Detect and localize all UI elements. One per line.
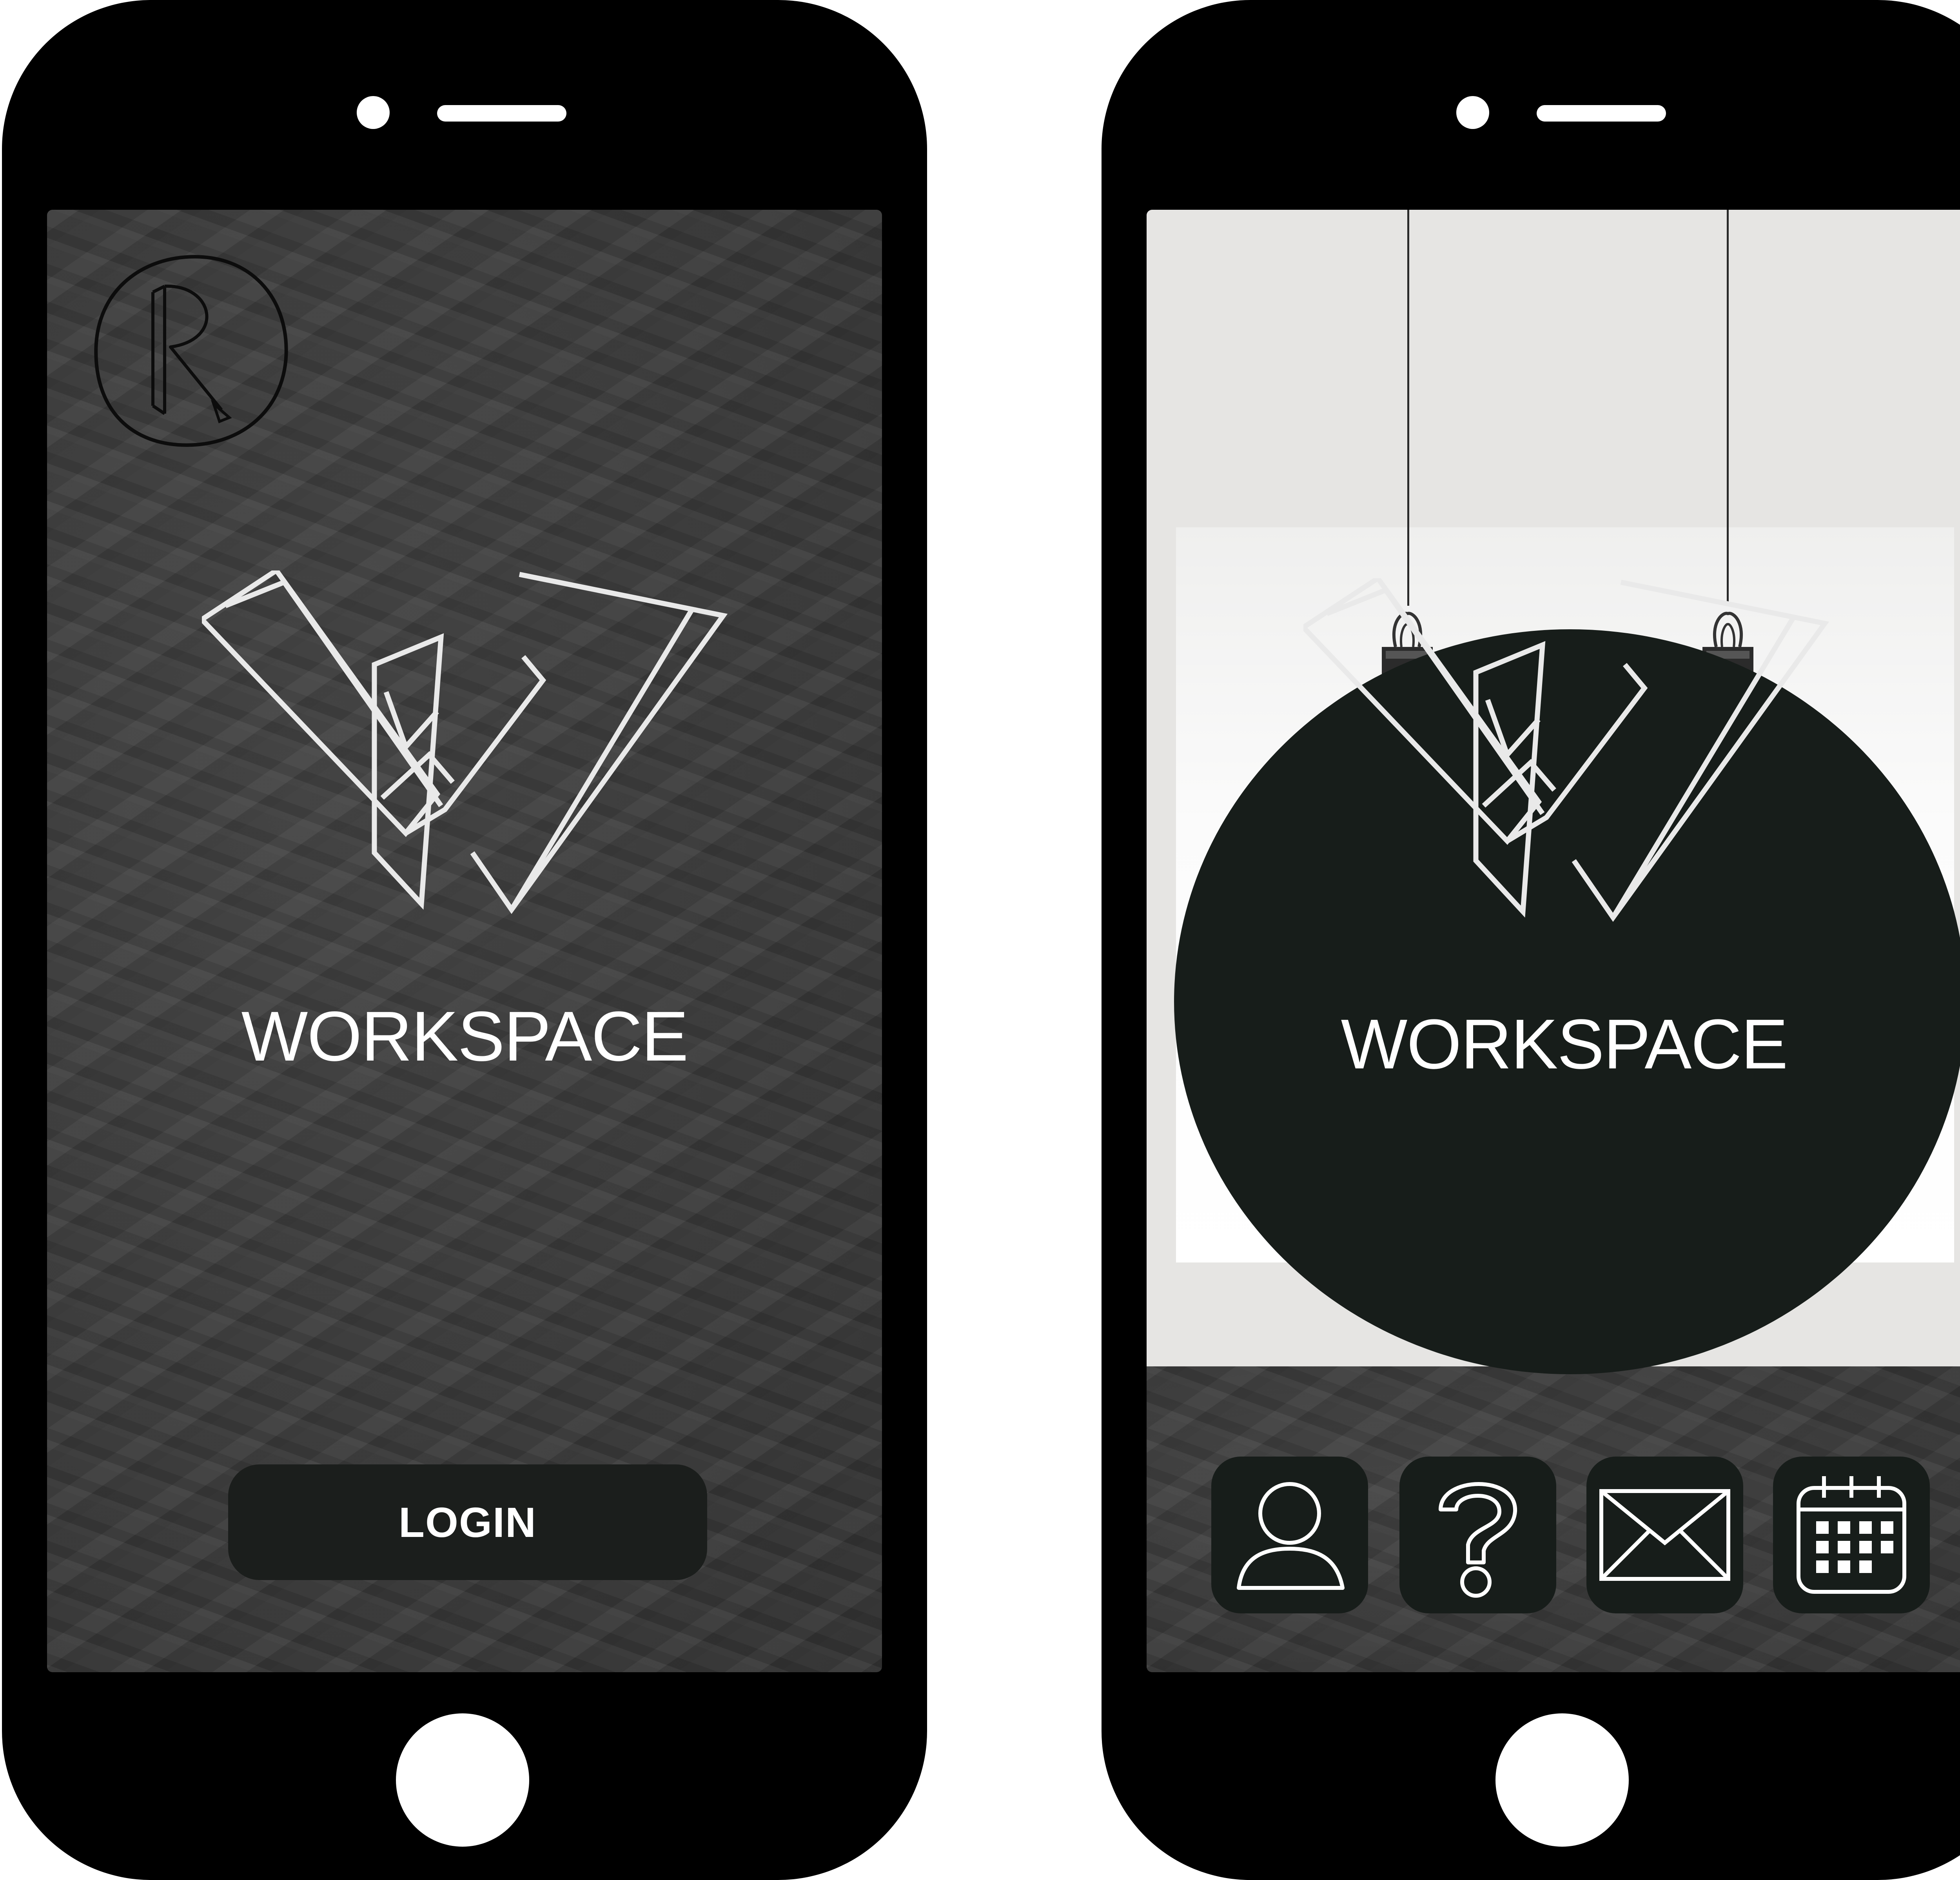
profile-button[interactable]: [1211, 1457, 1368, 1613]
messages-button[interactable]: [1586, 1457, 1743, 1613]
workspace-w-logo: [202, 570, 728, 914]
home-button[interactable]: [1495, 1713, 1629, 1847]
login-screen: R WORKSPACE LOGIN: [47, 210, 882, 1672]
front-camera: [1456, 96, 1489, 129]
mail-icon: [1599, 1489, 1730, 1581]
front-camera: [357, 96, 390, 129]
svg-text:R: R: [190, 363, 193, 368]
app-wordmark: WORKSPACE: [241, 997, 689, 1076]
calendar-button[interactable]: [1773, 1457, 1930, 1613]
home-screen: WORKSPACE: [1147, 210, 1960, 1672]
calendar-icon: [1797, 1476, 1906, 1594]
login-button[interactable]: LOGIN: [228, 1464, 707, 1580]
hanging-string: [1407, 210, 1409, 606]
brand-badge-logo: R: [94, 255, 288, 447]
app-wordmark: WORKSPACE: [1341, 1005, 1788, 1084]
phone-mockup-home: WORKSPACE: [1102, 0, 1960, 1880]
home-button[interactable]: [396, 1713, 529, 1847]
earpiece-speaker: [1537, 105, 1666, 122]
earpiece-speaker: [437, 105, 566, 122]
hanging-string: [1727, 210, 1729, 606]
help-icon: [1439, 1482, 1517, 1598]
help-button[interactable]: [1399, 1457, 1556, 1613]
user-icon: [1237, 1482, 1345, 1590]
workspace-w-logo: [1303, 578, 1829, 922]
phone-mockup-login: R WORKSPACE LOGIN: [2, 0, 927, 1880]
